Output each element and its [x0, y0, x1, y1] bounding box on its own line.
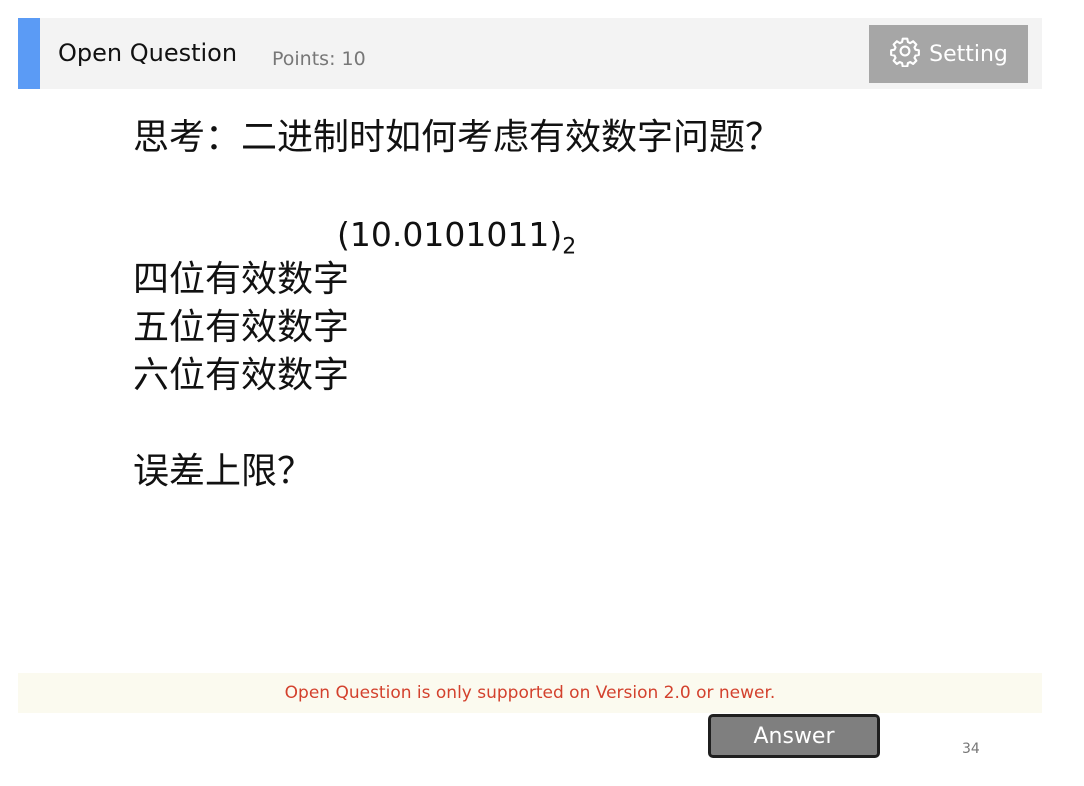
setting-button[interactable]: Setting — [869, 25, 1028, 83]
page-number: 34 — [962, 741, 980, 757]
question-type-title: Open Question — [58, 39, 238, 67]
question-header: Open Question Points: 10 Setting — [18, 18, 1042, 89]
question-text: 思考：二进制时如何考虑有效数字问题？ — [133, 117, 782, 158]
gear-icon — [889, 35, 921, 73]
option-four-digits: 四位有效数字 — [133, 259, 350, 300]
binary-number: (10.0101011)2 — [337, 214, 576, 269]
binary-base: 2 — [562, 234, 577, 260]
points-label: Points: 10 — [272, 48, 366, 70]
option-five-digits: 五位有效数字 — [133, 307, 350, 348]
option-six-digits: 六位有效数字 — [133, 355, 350, 396]
error-bound-question: 误差上限？ — [133, 451, 314, 492]
answer-button[interactable]: Answer — [708, 714, 880, 758]
version-notice-bar: Open Question is only supported on Versi… — [18, 673, 1042, 713]
setting-button-label: Setting — [929, 41, 1008, 67]
binary-value: (10.0101011) — [337, 215, 563, 254]
header-accent-bar — [18, 18, 40, 89]
version-notice-text: Open Question is only supported on Versi… — [284, 683, 776, 703]
